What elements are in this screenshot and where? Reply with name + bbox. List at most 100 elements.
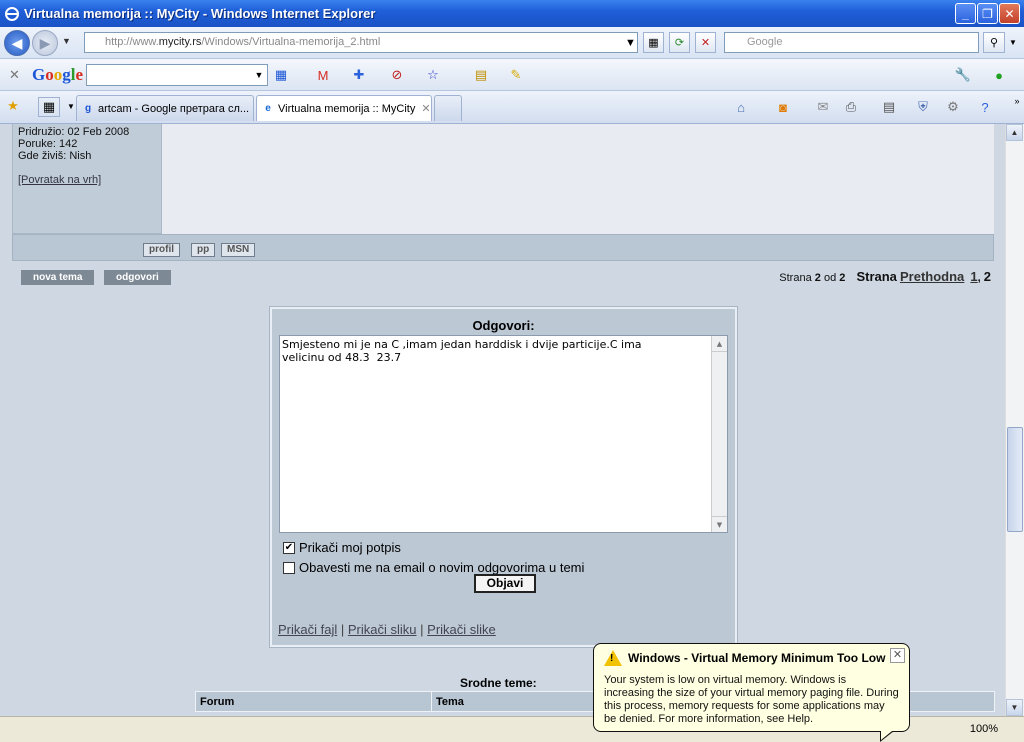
google-search-icon[interactable]: ▦ [272, 66, 290, 84]
google-favicon-icon: g [84, 103, 92, 114]
ie-favicon-icon: e [265, 103, 271, 114]
message-textarea[interactable]: Smjesteno mi je na C ,imam jedan harddis… [279, 335, 728, 533]
stop-icon[interactable]: ✕ [695, 32, 716, 53]
reply-form: Odgovori: Smjesteno mi je na C ,imam jed… [269, 306, 738, 648]
help-icon[interactable]: ? [976, 98, 994, 116]
attach-file-link[interactable]: Prikači fajl [278, 622, 337, 637]
maximize-button[interactable]: ❐ [977, 3, 998, 24]
page-scroll-up-icon[interactable]: ▲ [1006, 124, 1023, 141]
page-1-link[interactable]: 1 [970, 269, 977, 284]
google-search-dropdown-icon[interactable]: ▼ [250, 66, 268, 84]
favorites-star-icon[interactable]: ★ [4, 97, 22, 115]
google-toolbar: ✕ Google ▼ ▦ M ✚ ⊘ ☆ ▤ ✎ 🔧 ● [0, 59, 1024, 91]
feeds-icon[interactable]: ◙ [774, 98, 792, 116]
msn-button[interactable]: MSN [221, 243, 256, 257]
print-icon[interactable]: ⎙ [842, 98, 860, 116]
back-to-top-link[interactable]: [Povratak na vrh] [18, 174, 101, 186]
user-posts: Poruke: 142 [18, 138, 78, 150]
attach-signature-option[interactable]: ✔ Prikači moj potpis [283, 540, 401, 555]
scroll-down-icon[interactable]: ▼ [712, 516, 727, 532]
reply-button[interactable]: odgovori [104, 270, 171, 285]
notify-email-option[interactable]: Obavesti me na email o novim odgovorima … [283, 560, 584, 575]
current-page: 2 [814, 272, 821, 284]
toolbar-overflow-icon[interactable]: » [1008, 92, 1024, 110]
previous-page-link[interactable]: Prethodna [900, 269, 964, 284]
address-dropdown-icon[interactable]: ▼ [620, 32, 641, 53]
link-separator: | [420, 622, 424, 637]
add-icon[interactable]: ✚ [350, 66, 368, 84]
title-bar: Virtualna memorija :: MyCity - Windows I… [0, 0, 1024, 27]
zoom-level[interactable]: 100% [970, 723, 998, 735]
close-tab-icon[interactable]: ✕ [421, 102, 430, 115]
pagination: Strana 2 od 2 Strana Prethodna 1, 2 [779, 269, 991, 284]
attachment-links: Prikači fajl | Prikači sliku | Prikači s… [278, 622, 496, 637]
minimize-button[interactable]: _ [955, 3, 976, 24]
google-logo: Google [32, 65, 84, 84]
tab-label: artcam - Google претрага сл... [98, 102, 250, 115]
page-scroll-thumb[interactable] [1007, 427, 1023, 532]
close-window-button[interactable]: ✕ [999, 3, 1020, 24]
status-green-icon[interactable]: ● [990, 66, 1008, 84]
link-separator: | [340, 622, 345, 637]
ie-logo-icon [5, 6, 19, 21]
submit-button[interactable]: Objavi [474, 574, 536, 593]
balloon-close-icon[interactable]: ✕ [890, 648, 905, 663]
safety-icon[interactable]: ⛨ [914, 98, 932, 116]
page-of-label: od [823, 272, 837, 284]
pm-button[interactable]: pp [191, 243, 216, 257]
address-bar-row: ◀ ▶ ▼ http://www.mycity.rs/Windows/Virtu… [0, 27, 1024, 59]
google-search-input[interactable] [86, 64, 268, 86]
post-footer-bar: profil pp MSN [12, 234, 994, 261]
page-scroll-down-icon[interactable]: ▼ [1006, 699, 1023, 716]
url-prefix: http://www. [105, 36, 159, 48]
related-topics-title: Srodne teme: [460, 676, 537, 690]
close-toolbar-icon[interactable]: ✕ [9, 67, 20, 83]
refresh-icon[interactable]: ⟳ [669, 32, 690, 53]
warning-icon: ! [604, 650, 622, 666]
bookmark-star-icon[interactable]: ☆ [424, 66, 442, 84]
search-options-icon[interactable]: ▼ [1006, 32, 1020, 53]
new-tab-button[interactable] [434, 95, 462, 121]
compatibility-view-icon[interactable]: ▦ [643, 32, 664, 53]
tab-artcam[interactable]: g artcam - Google претрага сл... [76, 95, 254, 121]
gmail-icon[interactable]: M [314, 66, 332, 84]
user-info-panel: Pridružio: 02 Feb 2008 Poruke: 142 Gde ž… [12, 124, 162, 234]
page-scrollbar[interactable]: ▲ ▼ [1005, 124, 1024, 716]
attach-signature-checkbox[interactable]: ✔ [283, 541, 295, 554]
profile-button[interactable]: profil [143, 243, 180, 257]
total-pages: 2 [839, 272, 846, 284]
tab-virtualna-memorija[interactable]: e Virtualna memorija :: MyCity ✕ [256, 95, 432, 121]
scroll-up-icon[interactable]: ▲ [712, 336, 727, 352]
quick-tabs-icon[interactable]: ▦ [38, 97, 60, 117]
page-menu-icon[interactable]: ▤ [880, 98, 898, 116]
page-label: Strana [779, 272, 812, 284]
new-topic-button[interactable]: nova tema [21, 270, 95, 285]
strana-label: Strana [856, 269, 897, 284]
page-separator: , [977, 272, 981, 284]
notify-email-checkbox[interactable] [283, 561, 295, 574]
page-content: Pridružio: 02 Feb 2008 Poruke: 142 Gde ž… [0, 124, 1005, 716]
balloon-body: Your system is low on virtual memory. Wi… [604, 674, 899, 725]
forward-button[interactable]: ▶ [32, 30, 58, 56]
attach-images-link[interactable]: Prikači slike [427, 622, 496, 637]
sidewiki-icon[interactable]: ▤ [472, 66, 490, 84]
address-input[interactable]: http://www.mycity.rs/Windows/Virtualna-m… [84, 32, 638, 53]
highlighter-icon[interactable]: ✎ [507, 66, 525, 84]
message-text: Smjesteno mi je na C ,imam jedan harddis… [282, 338, 642, 364]
tools-gear-icon[interactable]: ⚙ [944, 98, 962, 116]
search-input[interactable]: Google [724, 32, 979, 53]
post-body [162, 124, 994, 234]
read-mail-icon[interactable]: ✉ [814, 98, 832, 116]
recent-pages-dropdown-icon[interactable]: ▼ [62, 36, 71, 46]
popup-blocker-icon[interactable]: ⊘ [388, 66, 406, 84]
settings-wrench-icon[interactable]: 🔧 [954, 66, 972, 84]
textarea-scrollbar[interactable]: ▲ ▼ [711, 336, 727, 532]
reply-header: Odgovori: [472, 318, 535, 333]
window-title: Virtualna memorija :: MyCity - Windows I… [24, 6, 376, 21]
tab-bar: ★ ▦ ▼ g artcam - Google претрага сл... e… [0, 91, 1024, 124]
home-icon[interactable]: ⌂ [732, 98, 750, 116]
back-button[interactable]: ◀ [4, 30, 30, 56]
search-icon[interactable]: ⚲ [983, 32, 1005, 53]
url-path: /Windows/Virtualna-memorija_2.html [201, 36, 381, 48]
attach-image-link[interactable]: Prikači sliku [348, 622, 417, 637]
